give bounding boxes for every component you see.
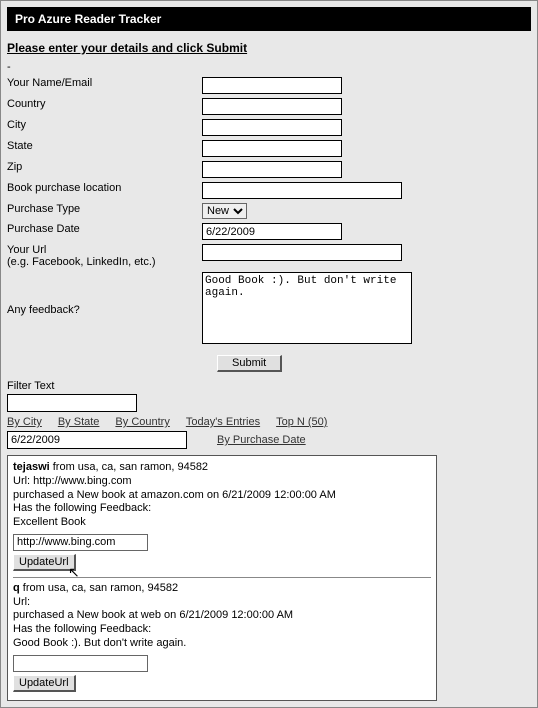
- pdate-label: Purchase Date: [7, 221, 202, 242]
- state-label: State: [7, 138, 202, 159]
- zip-label: Zip: [7, 159, 202, 180]
- pdate-input[interactable]: [202, 223, 342, 240]
- ptype-label: Purchase Type: [7, 201, 202, 221]
- location-label: Book purchase location: [7, 180, 202, 201]
- entry-url-input[interactable]: [13, 655, 148, 672]
- filter-links: By City By State By Country Today's Entr…: [7, 416, 531, 428]
- submit-button[interactable]: Submit: [217, 355, 282, 372]
- name-label: Your Name/Email: [7, 75, 202, 96]
- filter-input[interactable]: [7, 394, 137, 412]
- dash: -: [7, 61, 531, 73]
- name-input[interactable]: [202, 77, 342, 94]
- entry-feedback-intro: Has the following Feedback:: [13, 623, 431, 637]
- entry-purchase-line: purchased a New book at amazon.com on 6/…: [13, 489, 431, 503]
- location-input[interactable]: [202, 182, 402, 199]
- city-label: City: [7, 117, 202, 138]
- entry-url-input[interactable]: [13, 534, 148, 551]
- update-url-button[interactable]: UpdateUrl: [13, 675, 76, 692]
- entry-url-line: Url:: [13, 596, 431, 610]
- ptype-select[interactable]: New: [202, 203, 247, 219]
- feedback-textarea[interactable]: Good Book :). But don't write again.: [202, 272, 412, 344]
- entry-feedback: Excellent Book: [13, 516, 431, 530]
- url-label: Your Url (e.g. Facebook, LinkedIn, etc.): [7, 242, 202, 270]
- form-prompt: Please enter your details and click Subm…: [7, 41, 531, 55]
- link-by-city[interactable]: By City: [7, 416, 42, 428]
- app-window: Pro Azure Reader Tracker Please enter yo…: [0, 0, 538, 708]
- feedback-label: Any feedback?: [7, 270, 202, 349]
- link-topn[interactable]: Top N (50): [276, 416, 327, 428]
- form: Your Name/Email Country City State Zip B…: [7, 75, 416, 349]
- result-entry: tejaswi from usa, ca, san ramon, 94582 U…: [13, 461, 431, 578]
- city-input[interactable]: [202, 119, 342, 136]
- country-input[interactable]: [202, 98, 342, 115]
- entry-feedback: Good Book :). But don't write again.: [13, 637, 431, 651]
- results-panel: tejaswi from usa, ca, san ramon, 94582 U…: [7, 455, 437, 701]
- entry-feedback-intro: Has the following Feedback:: [13, 502, 431, 516]
- zip-input[interactable]: [202, 161, 342, 178]
- update-url-button[interactable]: UpdateUrl: [13, 554, 76, 571]
- filter-date-input[interactable]: [7, 431, 187, 449]
- country-label: Country: [7, 96, 202, 117]
- entry-url-line: Url: http://www.bing.com: [13, 475, 431, 489]
- state-input[interactable]: [202, 140, 342, 157]
- link-by-state[interactable]: By State: [58, 416, 100, 428]
- link-by-date[interactable]: By Purchase Date: [217, 434, 306, 446]
- date-row: By Purchase Date: [7, 431, 531, 449]
- link-by-country[interactable]: By Country: [115, 416, 169, 428]
- entry-purchase-line: purchased a New book at web on 6/21/2009…: [13, 609, 431, 623]
- filter-label: Filter Text: [7, 380, 531, 392]
- url-input[interactable]: [202, 244, 402, 261]
- title-bar: Pro Azure Reader Tracker: [7, 7, 531, 31]
- filter-section: Filter Text: [7, 380, 531, 412]
- link-today[interactable]: Today's Entries: [186, 416, 260, 428]
